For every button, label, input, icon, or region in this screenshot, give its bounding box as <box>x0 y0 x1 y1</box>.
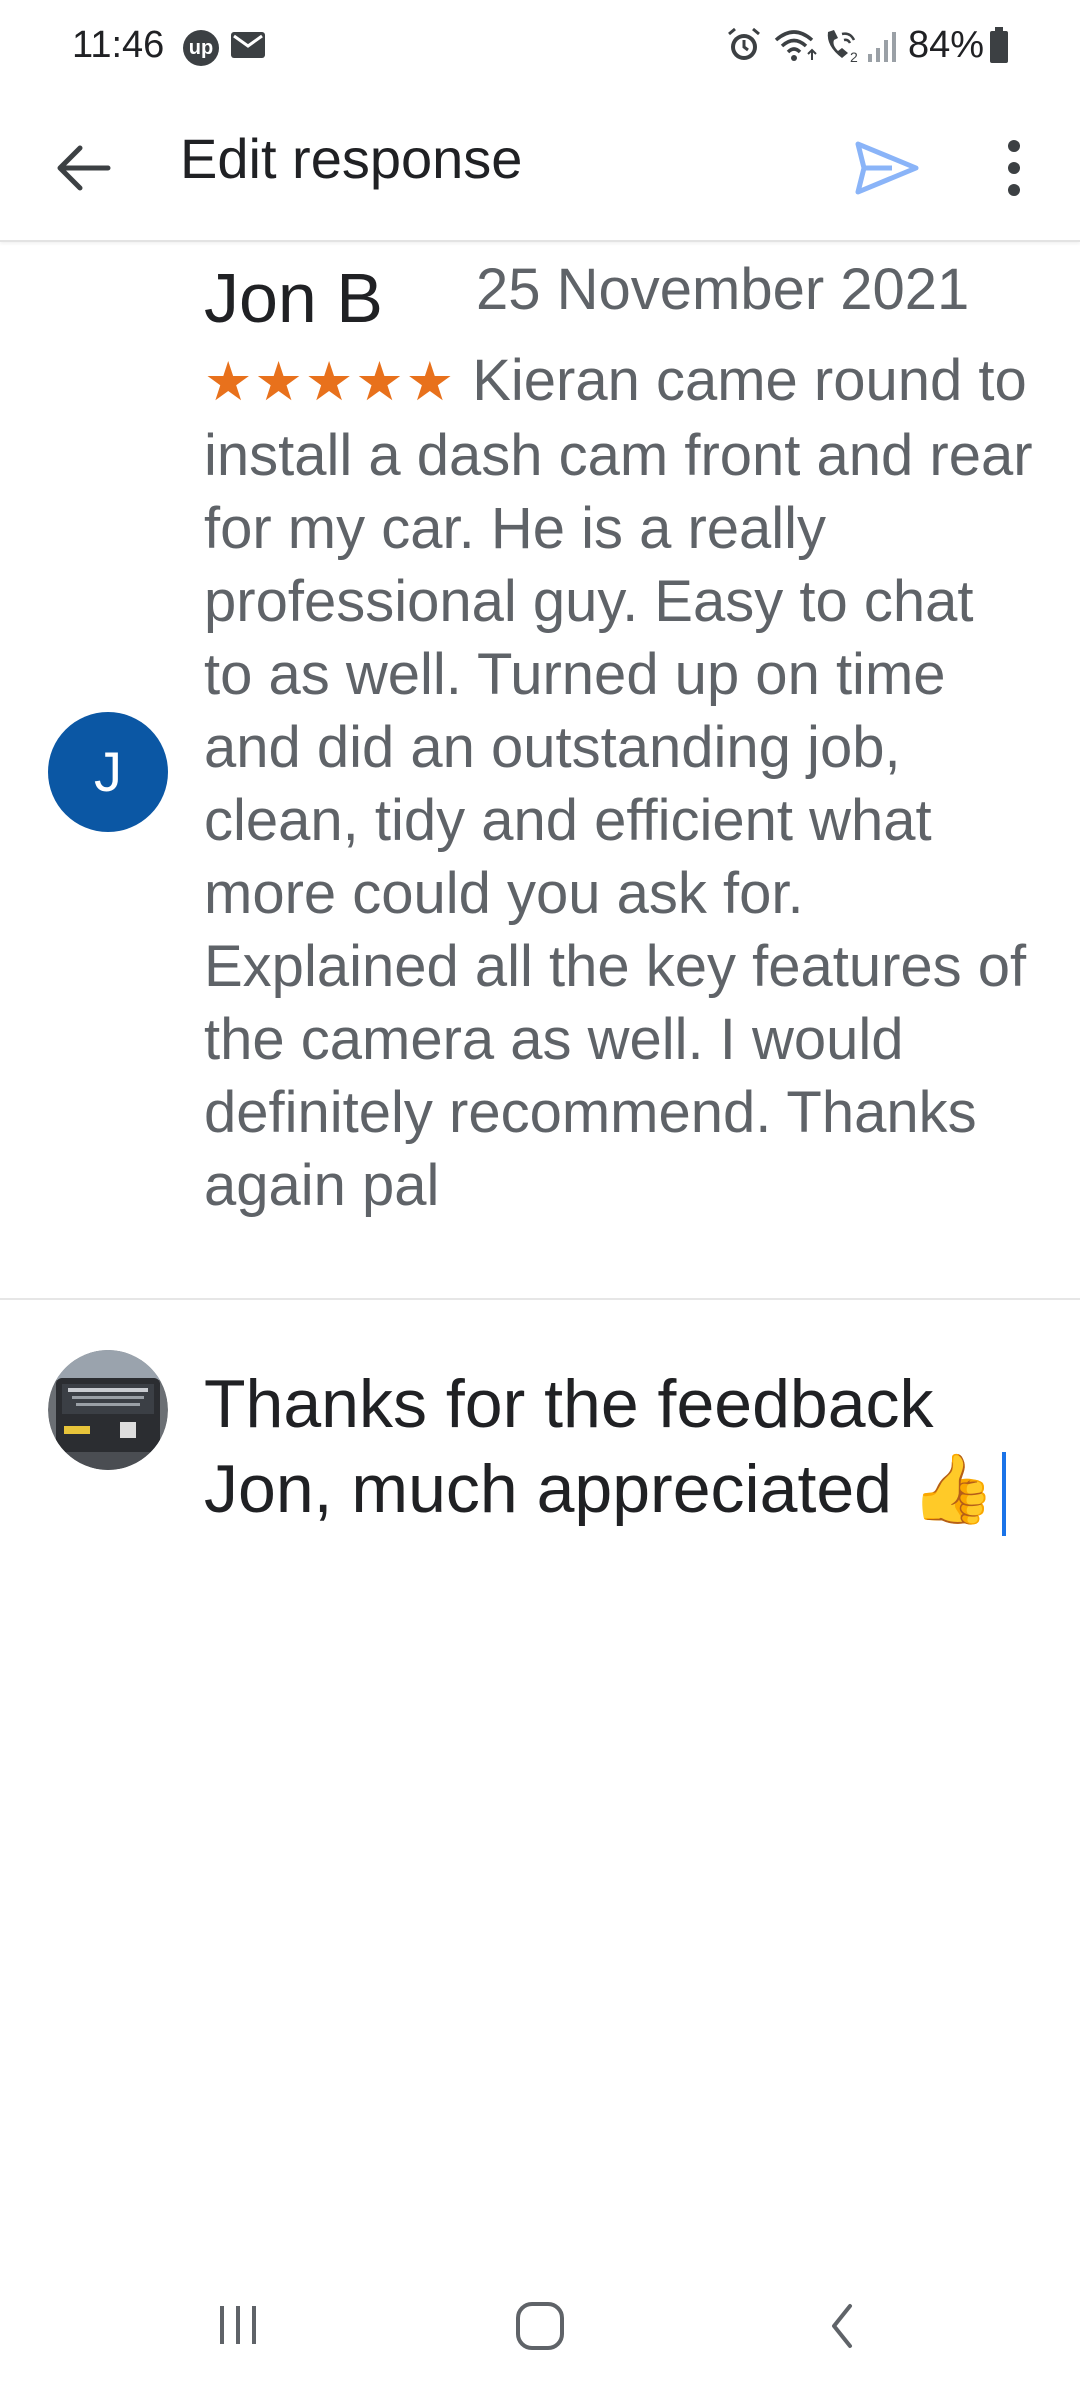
recents-icon[interactable] <box>208 2300 268 2350</box>
reviewer-name: Jon B <box>204 259 383 337</box>
more-vertical-icon[interactable] <box>984 128 1044 208</box>
text-cursor <box>1001 1452 1006 1537</box>
send-icon[interactable] <box>846 128 926 208</box>
battery-icon <box>990 27 1008 63</box>
nav-bar <box>0 2252 1080 2400</box>
app-bar: Edit response <box>0 92 1080 242</box>
page-title: Edit response <box>180 127 523 190</box>
review-text: ★★★★★ Kieran came round to install a das… <box>204 344 1034 1222</box>
battery-percent: 84% <box>908 24 985 66</box>
alarm-icon <box>728 27 760 60</box>
reviewer-avatar: J <box>48 712 168 832</box>
arrow-back-icon[interactable] <box>48 132 120 204</box>
svg-text:2: 2 <box>850 49 858 64</box>
home-icon[interactable] <box>510 2296 570 2356</box>
review-body: Kieran came round to install a dash cam … <box>204 348 1033 1218</box>
star-rating: ★★★★★ <box>204 352 457 412</box>
review-date: 25 November 2021 <box>476 257 970 322</box>
response-section: Thanks for the feedback Jon, much apprec… <box>0 1302 1080 2252</box>
owner-avatar <box>48 1350 168 1470</box>
mail-icon <box>231 32 265 58</box>
signal-icon <box>868 32 896 62</box>
status-bar: 11:46 up 2 84% <box>0 0 1080 92</box>
back-icon[interactable] <box>818 2296 866 2356</box>
up-badge-icon: up <box>183 30 219 66</box>
wifi-calling-icon: 2 <box>827 30 858 64</box>
status-time: 11:46 <box>72 24 165 66</box>
wifi-icon <box>774 30 817 61</box>
response-input[interactable]: Thanks for the feedback Jon, much apprec… <box>204 1362 1034 1537</box>
review-card: J Jon B 25 November 2021 ★★★★★ Kieran ca… <box>0 244 1080 1300</box>
response-text: Thanks for the feedback Jon, much apprec… <box>204 1366 996 1527</box>
